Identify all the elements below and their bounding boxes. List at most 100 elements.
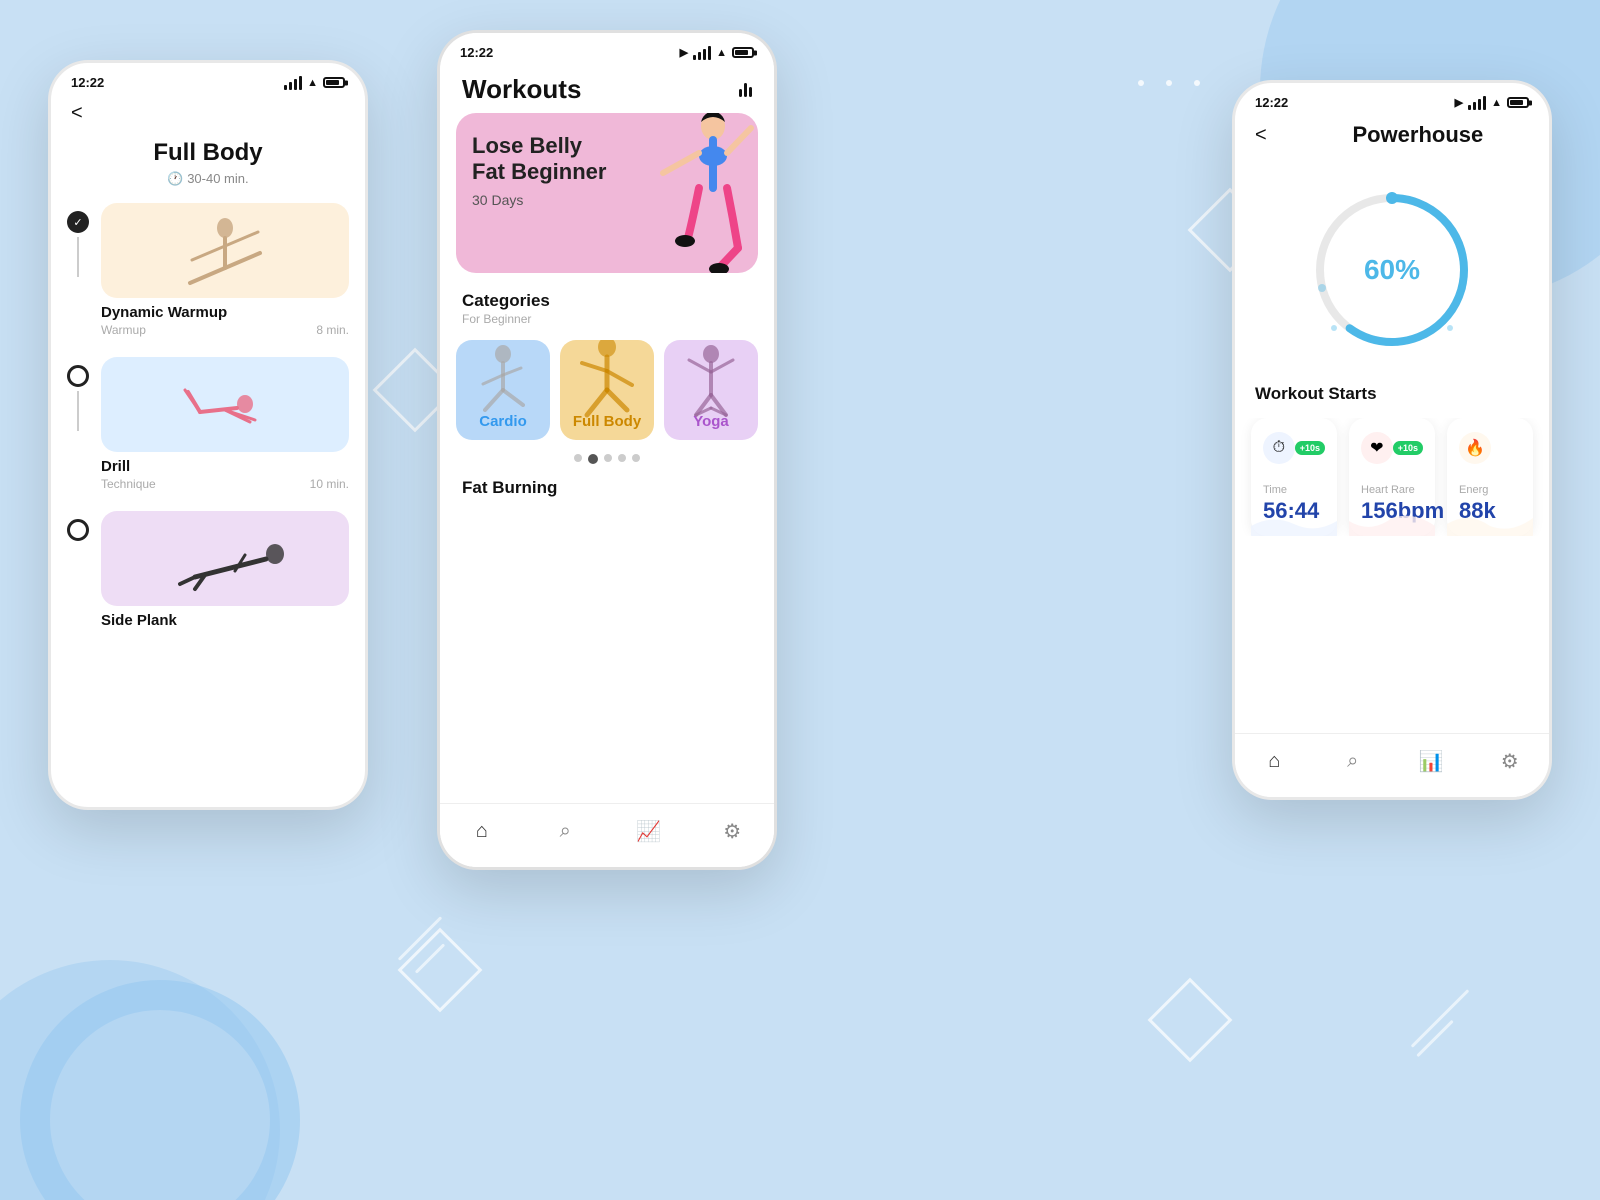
stat-card-heart[interactable]: ❤ +10s Heart Rare 156bpm: [1349, 418, 1435, 536]
signal-3: [1468, 96, 1486, 110]
status-icons-1: ▲: [284, 76, 345, 90]
featured-banner[interactable]: Lose Belly Fat Beginner 30 Days: [456, 113, 758, 273]
bg-dots-2: [1138, 80, 1200, 86]
timeline-line-2: [77, 391, 79, 431]
home-icon-2: ⌂: [476, 820, 488, 843]
categories-title: Categories: [462, 291, 752, 311]
workout-duration-1: 8 min.: [316, 323, 349, 337]
status-icons-2: ▶ ▲: [680, 46, 754, 60]
timeline-3: [67, 519, 89, 541]
nav-chart-2[interactable]: 📈: [607, 819, 691, 844]
nav-home-2[interactable]: ⌂: [440, 820, 524, 843]
bg-diamond-4: [1148, 978, 1233, 1063]
phone3-header: < Powerhouse: [1235, 114, 1549, 160]
workouts-header: Workouts: [440, 64, 774, 113]
workout-type-1: Warmup: [101, 323, 146, 337]
wave-svg-energy: [1447, 506, 1533, 536]
stat-card-time[interactable]: ⏱ +10s Time 56:44: [1251, 418, 1337, 536]
settings-icon-2: ⚙: [723, 819, 741, 844]
workout-card-warmup[interactable]: Dynamic Warmup Warmup 8 min.: [101, 203, 349, 339]
clock-icon: 🕐: [167, 171, 187, 186]
status-bar-3: 12:22 ▶ ▲: [1235, 83, 1549, 114]
workout-meta-1: Warmup 8 min.: [101, 323, 349, 337]
back-button-1[interactable]: <: [71, 102, 83, 125]
signal-2: [693, 46, 711, 60]
dot-4[interactable]: [618, 454, 626, 462]
heart-label: Heart Rare: [1361, 484, 1423, 496]
timeline-line-1: [77, 237, 79, 277]
warmup-figure-area: [101, 203, 349, 298]
timeline-dot-checked: ✓: [67, 211, 89, 233]
dot-3[interactable]: [604, 454, 612, 462]
bottom-nav-2: ⌂ ⌕ 📈 ⚙: [440, 803, 774, 867]
workout-meta-2: Technique 10 min.: [101, 477, 349, 491]
workout-card-plank[interactable]: Side Plank: [101, 511, 349, 631]
banner-subtitle: 30 Days: [472, 192, 742, 208]
nav-search-2[interactable]: ⌕: [524, 820, 608, 843]
cardio-figure-svg: [463, 340, 543, 420]
dot-2[interactable]: [588, 454, 598, 464]
timeline-dot-circle-2: [67, 519, 89, 541]
workout-card-img-plank: [101, 511, 349, 606]
status-icons-3: ▶ ▲: [1455, 96, 1529, 110]
workout-duration-2: 10 min.: [310, 477, 349, 491]
progress-ring-container: 60%: [1302, 180, 1482, 360]
yoga-label: Yoga: [693, 413, 729, 430]
workout-card-drill[interactable]: Drill Technique 10 min.: [101, 357, 349, 493]
bg-arc-bottom-left: [20, 980, 300, 1200]
phone2-inner: 12:22 ▶ ▲ Workouts: [440, 33, 774, 867]
energy-label: Energ: [1459, 484, 1521, 496]
location-icon-2: ▶: [680, 46, 688, 59]
phone1-title-section: Full Body 🕐 30-40 min.: [51, 135, 365, 203]
wifi-icon-2: ▲: [716, 47, 727, 59]
filter-icon[interactable]: [739, 83, 752, 97]
chart-icon-3: 📊: [1419, 749, 1444, 774]
search-icon-3: ⌕: [1347, 750, 1358, 773]
workout-starts-title: Workout Starts: [1235, 384, 1549, 418]
timeline-2: [67, 365, 89, 435]
time-badge: +10s: [1295, 441, 1325, 455]
categories-grid: Cardio Full Body: [440, 330, 774, 454]
workout-info-3: Side Plank: [101, 606, 349, 631]
phone-powerhouse: 12:22 ▶ ▲ < Powerhouse: [1232, 80, 1552, 800]
workout-card-img-warmup: [101, 203, 349, 298]
workout-card-img-drill: [101, 357, 349, 452]
nav-chart-3[interactable]: 📊: [1392, 749, 1471, 774]
location-icon-3: ▶: [1455, 96, 1463, 109]
carousel-dots: [440, 454, 774, 474]
back-button-3[interactable]: <: [1255, 124, 1267, 147]
phone1-subtitle: 🕐 30-40 min.: [71, 171, 345, 187]
nav-home-3[interactable]: ⌂: [1235, 750, 1314, 773]
category-fullbody[interactable]: Full Body: [560, 340, 654, 440]
nav-settings-3[interactable]: ⚙: [1471, 749, 1550, 774]
signal-1: [284, 76, 302, 90]
fat-burning-title: Fat Burning: [440, 474, 774, 508]
status-bar-1: 12:22 ▲: [51, 63, 365, 94]
nav-settings-2[interactable]: ⚙: [691, 819, 775, 844]
battery-3: [1507, 97, 1529, 108]
category-cardio[interactable]: Cardio: [456, 340, 550, 440]
stat-icon-row-energy: 🔥: [1459, 432, 1521, 464]
wave-svg-heart: [1349, 506, 1435, 536]
deco-line-3: [398, 916, 443, 961]
dot-1[interactable]: [574, 454, 582, 462]
workout-name-2: Drill: [101, 458, 349, 475]
status-time-1: 12:22: [71, 75, 104, 90]
timeline-1: ✓: [67, 211, 89, 281]
wave-svg-time: [1251, 506, 1337, 536]
wifi-icon-3: ▲: [1491, 97, 1502, 109]
bg-circle-bottom-left: [0, 960, 280, 1200]
deco-line-2: [1416, 1020, 1453, 1057]
workout-item-1: ✓: [67, 203, 349, 339]
nav-search-3[interactable]: ⌕: [1314, 750, 1393, 773]
fullbody-label: Full Body: [573, 413, 641, 430]
category-yoga[interactable]: Yoga: [664, 340, 758, 440]
workout-item-2: Drill Technique 10 min.: [67, 357, 349, 493]
plank-figure-svg: [145, 519, 305, 599]
categories-section-header: Categories For Beginner: [440, 291, 774, 330]
battery-1: [323, 77, 345, 88]
dot-5[interactable]: [632, 454, 640, 462]
banner-text: Lose Belly Fat Beginner 30 Days: [472, 133, 742, 208]
stat-card-energy[interactable]: 🔥 Energ 88k: [1447, 418, 1533, 536]
heart-icon: ❤: [1361, 432, 1393, 464]
